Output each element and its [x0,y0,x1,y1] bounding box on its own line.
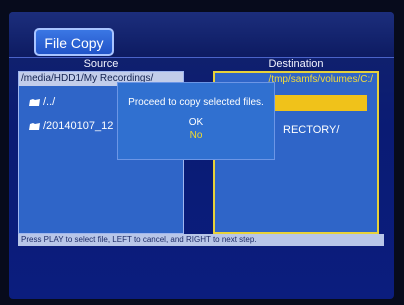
destination-selected-row[interactable] [275,95,367,111]
folder-icon [29,98,40,106]
dialog-message: Proceed to copy selected files. [128,97,264,108]
folder-icon [29,122,40,130]
source-item-recording[interactable]: /20140107_12 [29,120,113,132]
source-item-label: /20140107_12 [43,120,114,132]
status-hint: Press PLAY to select file, LEFT to cance… [18,234,384,246]
destination-directory[interactable]: RECTORY/ [283,124,339,136]
source-item-label: /../ [43,96,56,108]
destination-label: Destination [268,58,324,70]
no-button[interactable]: No [118,130,274,141]
confirm-dialog: Proceed to copy selected files. OK No [117,82,275,160]
source-label: Source [83,58,119,70]
source-item-parent[interactable]: /../ [29,96,55,108]
ok-button[interactable]: OK [118,117,274,128]
file-copy-screen: File Copy Source Destination /media/HDD1… [9,12,394,299]
window-title: File Copy [34,28,114,56]
